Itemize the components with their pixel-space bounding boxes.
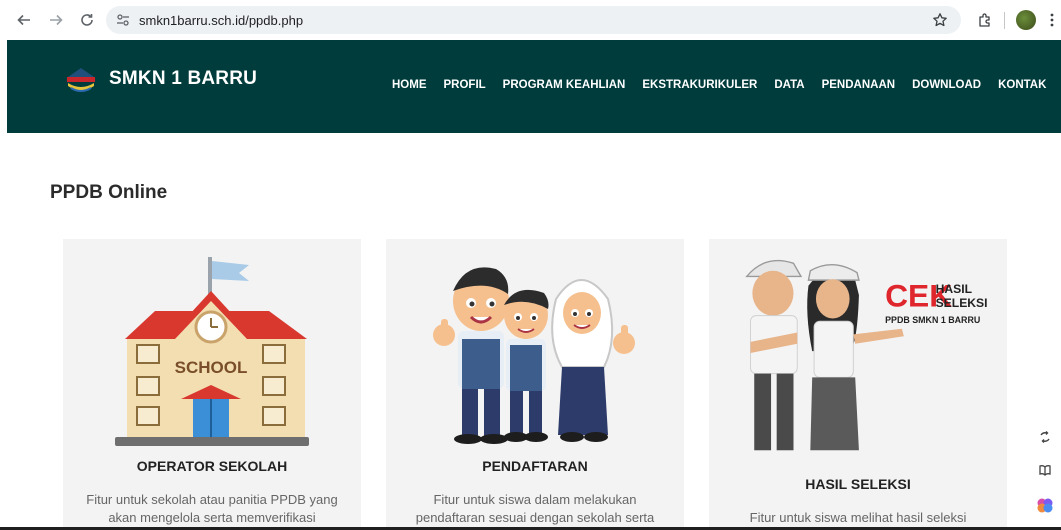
school-logo-icon[interactable] [64,65,98,99]
card-description: Fitur untuk siswa melihat hasil seleksi [749,510,967,525]
nav-program-keahlian[interactable]: PROGRAM KEAHLIAN [503,79,626,91]
nav-data[interactable]: DATA [774,79,804,91]
address-bar[interactable]: smkn1barru.sch.id/ppdb.php [106,6,961,34]
nav-pendanaan[interactable]: PENDANAAN [822,79,895,91]
students-illustration [433,267,635,444]
site-brand-name[interactable]: SMKN 1 BARRU [109,68,257,90]
site-header: SMKN 1 BARRU HOME PROFIL PROGRAM KEAHLIA… [7,40,1061,133]
card-description: Fitur untuk siswa dalam melakukan pendaf… [415,492,655,525]
hasil-text: HASIL [936,282,973,296]
ppdb-sub-text: PPDB SMKN 1 BARRU [885,315,980,325]
nav-home[interactable]: HOME [392,79,427,91]
reload-icon[interactable] [75,8,99,32]
nav-download[interactable]: DOWNLOAD [912,79,981,91]
cek-hasil-seleksi-illustration: CEK HASIL SELEKSI PPDB SMKN 1 BARRU [745,259,988,451]
nav-kontak[interactable]: KONTAK [998,79,1046,91]
toolbar-separator [1004,12,1005,29]
card-title: OPERATOR SEKOLAH [136,458,288,474]
page-title: PPDB Online [50,182,168,203]
main-navigation: HOME PROFIL PROGRAM KEAHLIAN EKSTRAKURIK… [392,79,1061,91]
nav-profil[interactable]: PROFIL [444,79,486,91]
card-hasil-seleksi[interactable]: CEK HASIL SELEKSI PPDB SMKN 1 BARRU HASI… [709,239,1007,530]
school-sign-text: SCHOOL [175,358,248,377]
site-info-tune-icon[interactable] [115,12,131,28]
profile-avatar[interactable] [1016,10,1036,30]
book-icon[interactable] [1036,461,1054,479]
school-building-illustration: SCHOOL [115,257,309,446]
kebab-menu-icon[interactable] [1046,8,1058,32]
nav-ekstrakurikuler[interactable]: EKSTRAKURIKULER [642,79,757,91]
bookmark-star-icon[interactable] [928,8,952,32]
extensions-puzzle-icon[interactable] [973,8,997,32]
card-operator-sekolah[interactable]: SCHOOL OPERATOR SEKOLAH Fitur untuk seko… [63,239,361,530]
card-description: Fitur untuk sekolah atau panitia PPDB ya… [86,492,338,525]
back-arrow-icon[interactable] [12,8,36,32]
sync-icon[interactable] [1036,428,1054,446]
url-text[interactable]: smkn1barru.sch.id/ppdb.php [139,13,303,28]
seleksi-text: SELEKSI [936,296,988,310]
brain-icon[interactable] [1036,496,1054,514]
card-pendaftaran[interactable]: PENDAFTARAN Fitur untuk siswa dalam mela… [386,239,684,530]
forward-arrow-icon[interactable] [44,8,68,32]
card-title: PENDAFTARAN [482,458,588,474]
browser-toolbar: smkn1barru.sch.id/ppdb.php [0,0,1061,40]
card-title: HASIL SELEKSI [805,476,911,492]
